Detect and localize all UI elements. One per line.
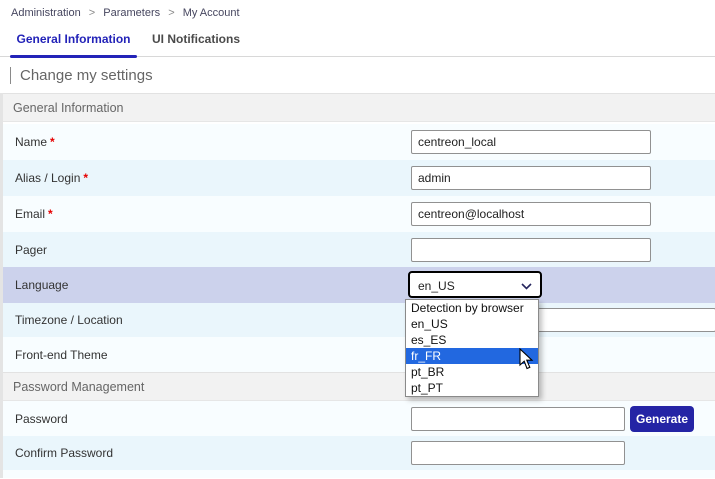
email-input[interactable] xyxy=(411,202,651,226)
settings-form: General Information Name* Alias / Login*… xyxy=(0,93,715,470)
password-input[interactable] xyxy=(411,407,625,431)
next-row-edge xyxy=(0,470,715,478)
front-end-theme-label: Front-end Theme xyxy=(15,348,108,362)
breadcrumb-my-account[interactable]: My Account xyxy=(183,7,240,19)
required-marker: * xyxy=(48,207,53,221)
timezone-label: Timezone / Location xyxy=(15,313,123,327)
language-option-es-es[interactable]: es_ES xyxy=(406,332,538,348)
breadcrumb-administration[interactable]: Administration xyxy=(11,7,81,19)
row-pager: Pager xyxy=(3,232,715,267)
breadcrumb: Administration > Parameters > My Account xyxy=(0,0,715,24)
section-password-management: Password Management xyxy=(3,372,715,401)
confirm-password-input[interactable] xyxy=(411,441,625,465)
chevron-down-icon xyxy=(521,283,532,290)
required-marker: * xyxy=(50,135,55,149)
row-alias-login: Alias / Login* xyxy=(3,160,715,196)
breadcrumb-parameters[interactable]: Parameters xyxy=(103,7,160,19)
name-label: Name* xyxy=(15,135,55,149)
alias-login-label: Alias / Login* xyxy=(15,171,88,185)
row-language: Language en_US xyxy=(3,267,715,303)
page-title: Change my settings xyxy=(10,67,153,84)
pager-input[interactable] xyxy=(411,238,651,262)
language-option-detection-by-browser[interactable]: Detection by browser xyxy=(406,300,538,316)
breadcrumb-separator: > xyxy=(89,7,95,19)
active-tab-underline xyxy=(10,55,137,58)
pager-label: Pager xyxy=(15,243,47,257)
generate-password-button[interactable]: Generate xyxy=(630,406,694,432)
mouse-cursor-icon xyxy=(519,348,534,370)
row-timezone: Timezone / Location xyxy=(3,303,715,337)
password-label: Password xyxy=(15,412,68,426)
language-option-pt-pt[interactable]: pt_PT xyxy=(406,380,538,396)
section-general-information: General Information xyxy=(3,93,715,122)
name-input[interactable] xyxy=(411,130,651,154)
tab-ui-notifications[interactable]: UI Notifications xyxy=(152,32,240,46)
breadcrumb-separator: > xyxy=(168,7,174,19)
row-confirm-password: Confirm Password xyxy=(3,436,715,470)
alias-login-input[interactable] xyxy=(411,166,651,190)
required-marker: * xyxy=(83,171,88,185)
row-password: Password Generate xyxy=(3,401,715,436)
language-option-en-us[interactable]: en_US xyxy=(406,316,538,332)
language-select[interactable]: en_US xyxy=(408,271,542,298)
tab-bar: General Information UI Notifications xyxy=(0,24,715,57)
row-name: Name* xyxy=(3,124,715,160)
row-email: Email* xyxy=(3,196,715,232)
language-selected-value: en_US xyxy=(418,279,455,293)
tab-general-information[interactable]: General Information xyxy=(10,32,137,46)
confirm-password-label: Confirm Password xyxy=(15,446,113,460)
language-label: Language xyxy=(15,278,68,292)
email-label: Email* xyxy=(15,207,53,221)
row-front-end-theme: Front-end Theme xyxy=(3,337,715,372)
